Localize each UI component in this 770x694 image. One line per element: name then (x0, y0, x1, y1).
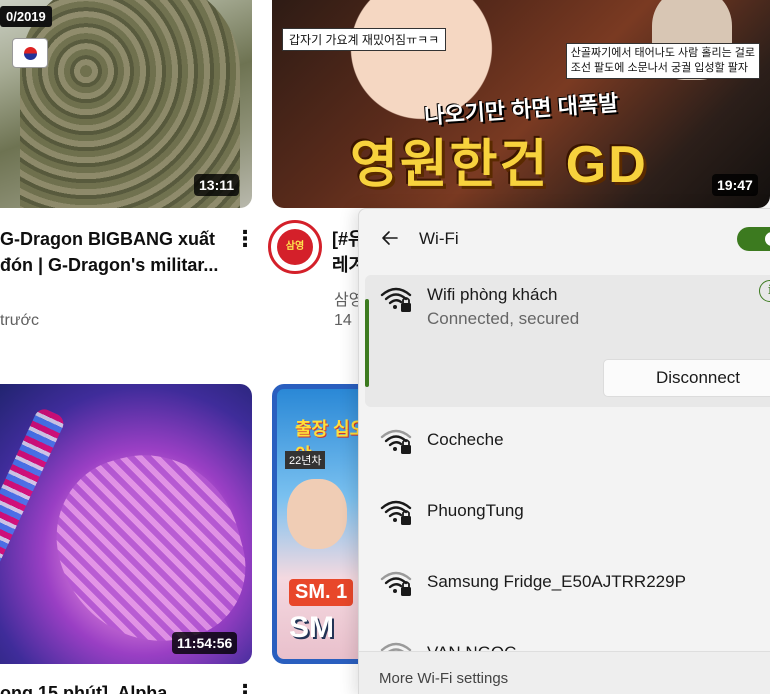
connected-network[interactable]: Wifi phòng khách Connected, secured i Di… (365, 275, 770, 407)
video-meta-2: 14 (334, 312, 352, 329)
thumbnail-image (38, 433, 252, 664)
more-wifi-settings-link[interactable]: More Wi-Fi settings (379, 670, 508, 687)
network-item[interactable]: Cocheche (359, 407, 770, 477)
thumbnail-face (287, 479, 347, 549)
video-thumbnail-3[interactable]: 11:54:56 (0, 384, 252, 664)
network-item[interactable]: PhuongTung (359, 478, 770, 548)
thumbnail-badge: SM. 1 (289, 579, 354, 606)
wifi-secured-icon (380, 500, 412, 525)
date-badge: 0/2019 (0, 6, 52, 27)
caption-line: 산골짜기에서 태어나도 사람 홀리는 걸로 (570, 47, 755, 59)
duration-badge: 11:54:56 (172, 632, 238, 654)
wifi-secured-icon (380, 429, 412, 454)
connected-network-name: Wifi phòng khách (427, 285, 558, 304)
thumbnail-caption-right: 산골짜기에서 태어나도 사람 홀리는 걸로 조선 팔도에 소문나서 궁궐 입성할… (565, 43, 760, 79)
more-options-icon[interactable]: ⋮ (234, 228, 256, 250)
avatar-logo: 삼영 (277, 229, 313, 265)
video-meta-1: trước (0, 312, 39, 329)
wifi-toggle[interactable] (737, 227, 770, 251)
wifi-header: Wi-Fi (359, 209, 770, 271)
title-line: G-Dragon BIGBANG xuất (0, 229, 216, 249)
wifi-flyout: Wi-Fi Wifi phòng khách Connected, secure… (358, 208, 770, 694)
video-title-1[interactable]: G-Dragon BIGBANG xuất đón | G-Dragon's m… (0, 226, 222, 278)
title-line: đón | G-Dragon's militar... (0, 255, 219, 275)
video-title-3[interactable]: ọng 15 phút]. Alpha (0, 680, 230, 694)
episode-badge: 22년차 (285, 451, 326, 469)
thumbnail-overlay-title: 영원한건 GD (350, 136, 648, 194)
network-name: Cocheche (427, 430, 504, 449)
connected-indicator (365, 299, 369, 387)
korea-flag-patch (12, 38, 48, 68)
thumbnail-badge: SM (289, 611, 334, 644)
video-thumbnail-2[interactable]: 갑자기 가요계 재밌어짐ㅠㅋㅋ 산골짜기에서 태어나도 사람 홀리는 걸로 조선… (272, 0, 770, 208)
video-thumbnail-4[interactable]: 출장 십오야 22년차 SM. 1 SM (272, 384, 372, 664)
wifi-footer: More Wi-Fi settings (359, 651, 770, 694)
channel-avatar[interactable]: 삼영 (268, 220, 322, 274)
caption-line: 조선 팔도에 소문나서 궁궐 입성할 팔자 (570, 62, 748, 74)
screen: 0/2019 13:11 갑자기 가요계 재밌어짐ㅠㅋㅋ 산골짜기에서 태어나도… (0, 0, 770, 694)
arrow-left-icon[interactable] (377, 227, 403, 253)
info-icon[interactable]: i (759, 280, 770, 302)
wifi-secured-icon (380, 571, 412, 596)
duration-badge: 13:11 (194, 174, 240, 196)
network-name: Samsung Fridge_E50AJTRR229P (427, 572, 686, 591)
video-thumbnail-1[interactable]: 0/2019 13:11 (0, 0, 252, 208)
duration-badge: 19:47 (712, 174, 758, 196)
connection-status: Connected, secured (427, 309, 580, 328)
dna-helix-graphic (0, 406, 67, 582)
network-name: PhuongTung (427, 501, 524, 520)
wifi-title: Wi-Fi (419, 229, 459, 248)
network-item[interactable]: Samsung Fridge_E50AJTRR229P (359, 549, 770, 619)
disconnect-button[interactable]: Disconnect (603, 359, 770, 397)
more-options-icon[interactable]: ⋮ (234, 682, 256, 694)
thumbnail-caption: 갑자기 가요계 재밌어짐ㅠㅋㅋ (282, 28, 447, 51)
wifi-secured-icon (380, 287, 412, 312)
